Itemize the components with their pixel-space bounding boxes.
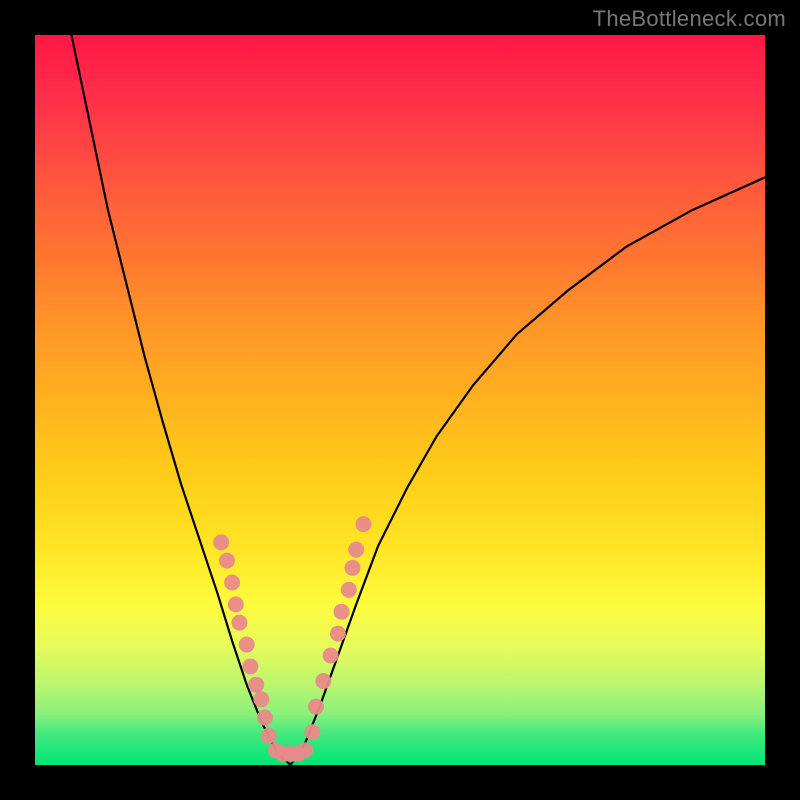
data-marker	[224, 575, 240, 591]
data-marker	[228, 596, 244, 612]
watermark-text: TheBottleneck.com	[593, 6, 786, 32]
data-marker	[248, 677, 264, 693]
curve-right-branch	[291, 177, 766, 765]
data-marker	[213, 534, 229, 550]
data-marker	[242, 658, 258, 674]
curve-left-branch	[72, 35, 291, 765]
data-marker	[261, 728, 277, 744]
data-marker	[323, 648, 339, 664]
data-marker	[219, 553, 235, 569]
data-marker	[334, 604, 350, 620]
data-marker	[308, 699, 324, 715]
plot-area	[35, 35, 765, 765]
data-marker	[345, 560, 361, 576]
data-marker	[231, 615, 247, 631]
data-marker	[330, 626, 346, 642]
data-marker	[239, 637, 255, 653]
data-marker	[348, 542, 364, 558]
marker-group	[213, 516, 371, 762]
data-marker	[356, 516, 372, 532]
data-marker	[304, 724, 320, 740]
chart-container: TheBottleneck.com	[0, 0, 800, 800]
data-marker	[253, 691, 269, 707]
data-marker	[341, 582, 357, 598]
data-marker	[257, 710, 273, 726]
data-marker	[297, 742, 313, 758]
data-marker	[315, 673, 331, 689]
chart-svg	[35, 35, 765, 765]
